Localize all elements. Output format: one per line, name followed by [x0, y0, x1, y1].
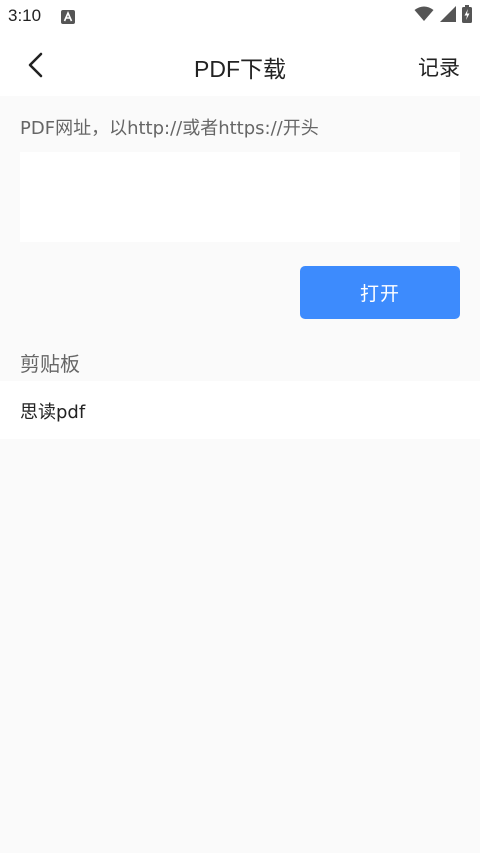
signal-icon: [440, 6, 456, 26]
clipboard-heading: 剪贴板: [20, 352, 80, 376]
url-input[interactable]: [20, 152, 460, 242]
status-time: 3:10: [8, 6, 42, 25]
clipboard-item[interactable]: 思读pdf: [0, 381, 480, 439]
open-button[interactable]: 打开: [300, 266, 460, 319]
clipboard-item-text: 思读pdf: [20, 402, 86, 423]
page-title: PDF下载: [194, 56, 286, 82]
a-letter-icon: [61, 9, 75, 24]
wifi-icon: [414, 6, 434, 26]
battery-charging-icon: [462, 5, 472, 27]
status-bar: 3:10: [0, 0, 480, 34]
record-button[interactable]: 记录: [418, 52, 460, 82]
url-field-label: PDF网址，以http://或者https://开头: [20, 118, 319, 139]
app-bar: PDF下载 记录: [0, 34, 480, 96]
status-icons: [414, 5, 472, 27]
